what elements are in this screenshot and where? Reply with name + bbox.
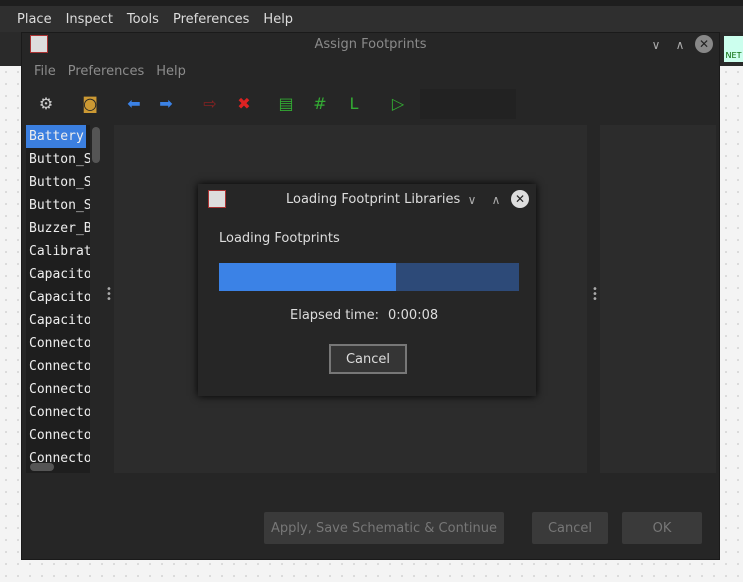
arrow-right-icon[interactable]: ➡ — [154, 91, 178, 115]
elapsed-label: Elapsed time: — [290, 308, 379, 323]
window-menubar: File Preferences Help — [22, 59, 192, 83]
progress-bar — [219, 263, 519, 291]
menu-inspect[interactable]: Inspect — [66, 12, 113, 27]
minimize-icon[interactable]: ∨ — [648, 37, 664, 53]
vertical-scrollbar[interactable] — [92, 127, 100, 163]
list-item[interactable]: Capacito — [26, 263, 90, 286]
library-browser-icon[interactable]: ◙ — [78, 91, 102, 115]
list-item[interactable]: Connecto — [26, 401, 90, 424]
cancel-button[interactable]: Cancel — [532, 512, 608, 544]
arrow-left-icon[interactable]: ⬅ — [122, 91, 146, 115]
library-list[interactable]: Battery Button_S Button_S Button_S Buzze… — [26, 125, 90, 473]
dialog-cancel-button[interactable]: Cancel — [329, 344, 407, 374]
list-item[interactable]: Button_S — [26, 171, 90, 194]
minimize-icon[interactable]: ∨ — [464, 192, 480, 208]
filter-pin-count-icon[interactable]: # — [308, 91, 332, 115]
auto-associate-icon[interactable]: ⇨ — [198, 91, 222, 115]
progress-fill — [219, 263, 396, 291]
list-item[interactable]: Connecto — [26, 378, 90, 401]
list-item[interactable]: Connecto — [26, 424, 90, 447]
splitter-handle[interactable]: • • • — [592, 285, 598, 305]
maximize-icon[interactable]: ∧ — [488, 192, 504, 208]
maximize-icon[interactable]: ∧ — [672, 37, 688, 53]
list-item[interactable]: Buzzer_B — [26, 217, 90, 240]
menu-file[interactable]: File — [34, 64, 56, 79]
footprints-panel — [600, 125, 716, 473]
list-item[interactable]: Connecto — [26, 332, 90, 355]
filter-library-icon[interactable]: L — [342, 91, 366, 115]
horizontal-scrollbar[interactable] — [30, 463, 54, 471]
delete-associations-icon[interactable]: ✖ — [232, 91, 256, 115]
menu-preferences[interactable]: Preferences — [173, 12, 249, 27]
progress-message: Loading Footprints — [219, 231, 340, 246]
filter-description-icon[interactable]: ▤ — [274, 91, 298, 115]
cvpcb-app-icon — [208, 190, 226, 208]
list-item[interactable]: Capacito — [26, 286, 90, 309]
filter-field[interactable] — [420, 89, 516, 119]
list-item[interactable]: Capacito — [26, 309, 90, 332]
menu-preferences[interactable]: Preferences — [68, 64, 144, 79]
list-item[interactable]: Calibrat — [26, 240, 90, 263]
loading-dialog: Loading Footprint Libraries ∨ ∧ ✕ Loadin… — [198, 184, 536, 396]
menu-tools[interactable]: Tools — [127, 12, 159, 27]
filter-text-icon[interactable]: ▷ — [386, 91, 410, 115]
menu-place[interactable]: Place — [17, 12, 52, 27]
list-item[interactable]: Button_S — [26, 194, 90, 217]
menu-help[interactable]: Help — [263, 12, 293, 27]
dialog-title: Loading Footprint Libraries — [286, 192, 461, 207]
gear-icon[interactable]: ⚙ — [34, 91, 58, 115]
apply-save-button[interactable]: Apply, Save Schematic & Continue — [264, 512, 504, 544]
list-item[interactable]: Button_S — [26, 148, 90, 171]
elapsed-time: 0:00:08 — [388, 308, 439, 323]
close-icon[interactable]: ✕ — [511, 190, 529, 208]
list-item[interactable]: Battery — [26, 125, 86, 148]
net-icon[interactable]: NET — [724, 36, 743, 62]
window-title: Assign Footprints — [314, 37, 427, 52]
list-item[interactable]: Connecto — [26, 355, 90, 378]
ok-button[interactable]: OK — [622, 512, 702, 544]
menu-help[interactable]: Help — [156, 64, 186, 79]
splitter-handle[interactable]: • • • — [106, 285, 112, 305]
app-menubar: Place Inspect Tools Preferences Help — [0, 6, 743, 32]
close-icon[interactable]: ✕ — [695, 35, 713, 53]
